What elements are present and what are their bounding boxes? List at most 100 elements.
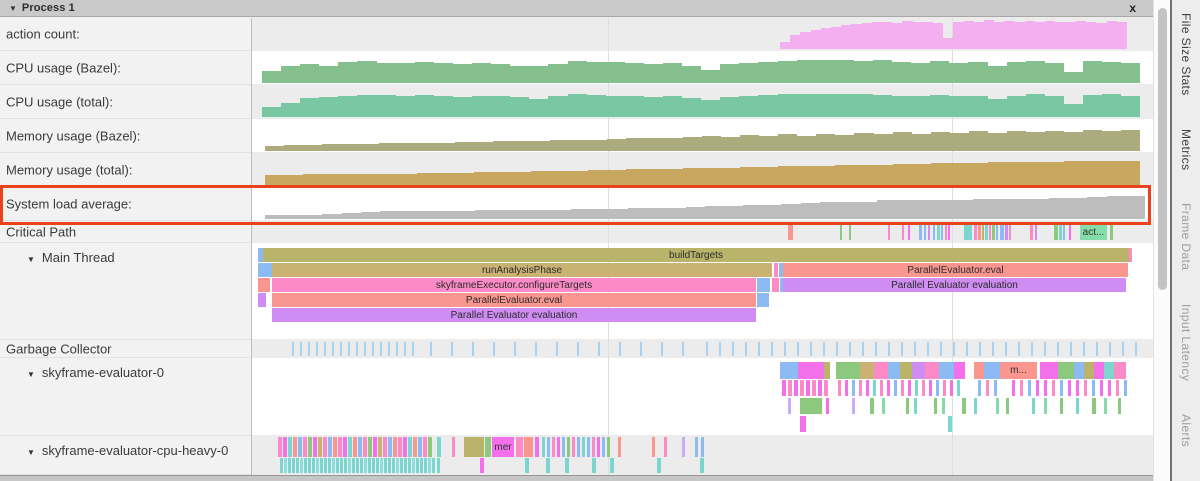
trace-tick bbox=[974, 398, 977, 414]
trace-tick bbox=[982, 224, 984, 240]
trace-tick bbox=[280, 458, 283, 473]
trace-tick bbox=[388, 342, 390, 356]
gc-ticks[interactable] bbox=[252, 342, 1153, 356]
trace-tick bbox=[906, 398, 909, 414]
trace-tick bbox=[403, 437, 407, 457]
track-row-mem-total: Memory usage (total): bbox=[0, 153, 1153, 187]
row-label-cpu-bazel[interactable]: CPU usage (Bazel): bbox=[0, 51, 251, 85]
trace-tick bbox=[979, 342, 981, 356]
side-tab-file-size-stats[interactable]: File Size Stats bbox=[1179, 13, 1193, 96]
right-tab-bar: File Size StatsMetricsFrame DataInput La… bbox=[1170, 0, 1200, 481]
track-row-action: action count: bbox=[0, 17, 1153, 51]
track-row-critical: Critical Path act... bbox=[0, 221, 1153, 243]
trace-tick bbox=[432, 458, 435, 473]
trace-tick bbox=[308, 437, 312, 457]
trace-event-badge[interactable]: m... bbox=[1000, 362, 1037, 379]
evaluator0-lane1[interactable]: m... bbox=[252, 362, 1153, 379]
track-content-gc[interactable] bbox=[252, 340, 1153, 358]
flame-bar[interactable] bbox=[1129, 248, 1132, 262]
evaluator0-lane3[interactable] bbox=[252, 398, 1153, 414]
trace-tick bbox=[901, 380, 904, 396]
trace-tick bbox=[493, 342, 495, 356]
row-label-mem-total[interactable]: Memory usage (total): bbox=[0, 153, 251, 187]
expander-icon[interactable]: ▼ bbox=[27, 448, 35, 457]
track-content-action[interactable] bbox=[252, 17, 1153, 51]
trace-tick bbox=[303, 437, 307, 457]
evaluator0-lane2[interactable] bbox=[252, 380, 1153, 396]
vertical-scrollbar-thumb[interactable] bbox=[1158, 8, 1167, 290]
flame-bar[interactable]: ParallelEvaluator.eval bbox=[272, 293, 756, 307]
trace-tick bbox=[1110, 224, 1113, 240]
area-chart-cpu-total[interactable] bbox=[262, 94, 1140, 117]
trace-tick bbox=[657, 458, 661, 473]
expander-icon[interactable]: ▼ bbox=[27, 370, 35, 379]
row-label-sys-load[interactable]: System load average: bbox=[0, 187, 251, 221]
trace-tick bbox=[788, 398, 791, 414]
flame-bar[interactable] bbox=[258, 293, 266, 307]
flame-bar[interactable]: Parallel Evaluator evaluation bbox=[783, 278, 1126, 292]
row-label-cpu-heavy[interactable]: ▼skyframe-evaluator-cpu-heavy-0 bbox=[0, 436, 251, 475]
trace-tick bbox=[308, 342, 310, 356]
row-label-action[interactable]: action count: bbox=[0, 17, 251, 51]
trace-tick bbox=[784, 342, 786, 356]
trace-tick bbox=[318, 437, 322, 457]
flame-bar[interactable] bbox=[774, 263, 778, 277]
track-content-sys-load[interactable] bbox=[252, 187, 1153, 221]
trace-tick bbox=[356, 342, 358, 356]
trace-tick bbox=[873, 380, 876, 396]
flame-bar[interactable] bbox=[757, 278, 770, 292]
flame-bar[interactable]: buildTargets bbox=[263, 248, 1129, 262]
flame-bar[interactable] bbox=[757, 293, 769, 307]
track-content-cpu-bazel[interactable] bbox=[252, 51, 1153, 85]
track-content-mem-total[interactable] bbox=[252, 153, 1153, 187]
trace-tick bbox=[996, 224, 998, 240]
trace-tick bbox=[332, 458, 335, 473]
area-chart-mem-bazel[interactable] bbox=[265, 130, 1140, 151]
area-chart-action[interactable] bbox=[780, 20, 1127, 49]
area-chart-cpu-bazel[interactable] bbox=[262, 60, 1140, 83]
area-chart-mem-total[interactable] bbox=[265, 161, 1140, 185]
flame-bar[interactable]: skyframeExecutor.configureTargets bbox=[272, 278, 756, 292]
side-tab-metrics[interactable]: Metrics bbox=[1179, 129, 1193, 170]
track-content-mem-bazel[interactable] bbox=[252, 119, 1153, 153]
track-content-ev0[interactable]: m... bbox=[252, 358, 1153, 436]
close-icon[interactable]: x bbox=[1129, 2, 1136, 14]
row-label-critical[interactable]: Critical Path bbox=[0, 221, 251, 243]
flame-bar[interactable] bbox=[772, 278, 779, 292]
trace-tick bbox=[824, 380, 828, 396]
cpu-heavy-lane2[interactable] bbox=[252, 458, 1153, 473]
track-content-cpu-heavy[interactable]: mer bbox=[252, 436, 1153, 475]
trace-event-badge[interactable]: mer bbox=[492, 437, 514, 457]
trace-tick bbox=[308, 458, 311, 473]
expander-icon[interactable]: ▼ bbox=[27, 255, 35, 264]
track-content-critical[interactable]: act... bbox=[252, 221, 1153, 243]
evaluator0-lane4[interactable] bbox=[252, 416, 1153, 432]
trace-tick bbox=[368, 458, 371, 473]
vertical-scrollbar[interactable] bbox=[1153, 0, 1170, 481]
area-chart-sys-load[interactable] bbox=[265, 196, 1145, 219]
flame-bar[interactable] bbox=[258, 278, 270, 292]
collapse-icon[interactable]: ▼ bbox=[9, 4, 17, 13]
row-label-ev0[interactable]: ▼skyframe-evaluator-0 bbox=[0, 358, 251, 436]
trace-event-badge[interactable]: act... bbox=[1080, 224, 1107, 240]
process-header[interactable]: ▼ Process 1 x bbox=[0, 0, 1153, 17]
trace-tick bbox=[852, 380, 855, 396]
critical-path-ticks[interactable]: act... bbox=[252, 224, 1153, 240]
flame-bar[interactable] bbox=[258, 263, 272, 277]
row-label-cpu-total[interactable]: CPU usage (total): bbox=[0, 85, 251, 119]
track-content-cpu-total[interactable] bbox=[252, 85, 1153, 119]
trace-tick bbox=[797, 342, 799, 356]
trace-tick bbox=[874, 362, 888, 379]
track-content-main-thread[interactable]: buildTargetsrunAnalysisPhase ParallelEval… bbox=[252, 243, 1153, 340]
flame-bar[interactable]: ParallelEvaluator.eval bbox=[783, 263, 1128, 277]
row-label-main-thread[interactable]: ▼Main Thread bbox=[0, 243, 251, 340]
horizontal-scrollbar[interactable] bbox=[0, 475, 1153, 481]
trace-tick bbox=[352, 458, 355, 473]
row-label-gc[interactable]: Garbage Collector bbox=[0, 340, 251, 358]
flame-bar[interactable]: Parallel Evaluator evaluation bbox=[272, 308, 756, 322]
cpu-heavy-lane1[interactable]: mer bbox=[252, 437, 1153, 457]
trace-tick bbox=[364, 458, 367, 473]
row-label-mem-bazel[interactable]: Memory usage (Bazel): bbox=[0, 119, 251, 153]
trace-tick bbox=[380, 342, 382, 356]
flame-bar[interactable]: runAnalysisPhase bbox=[272, 263, 772, 277]
